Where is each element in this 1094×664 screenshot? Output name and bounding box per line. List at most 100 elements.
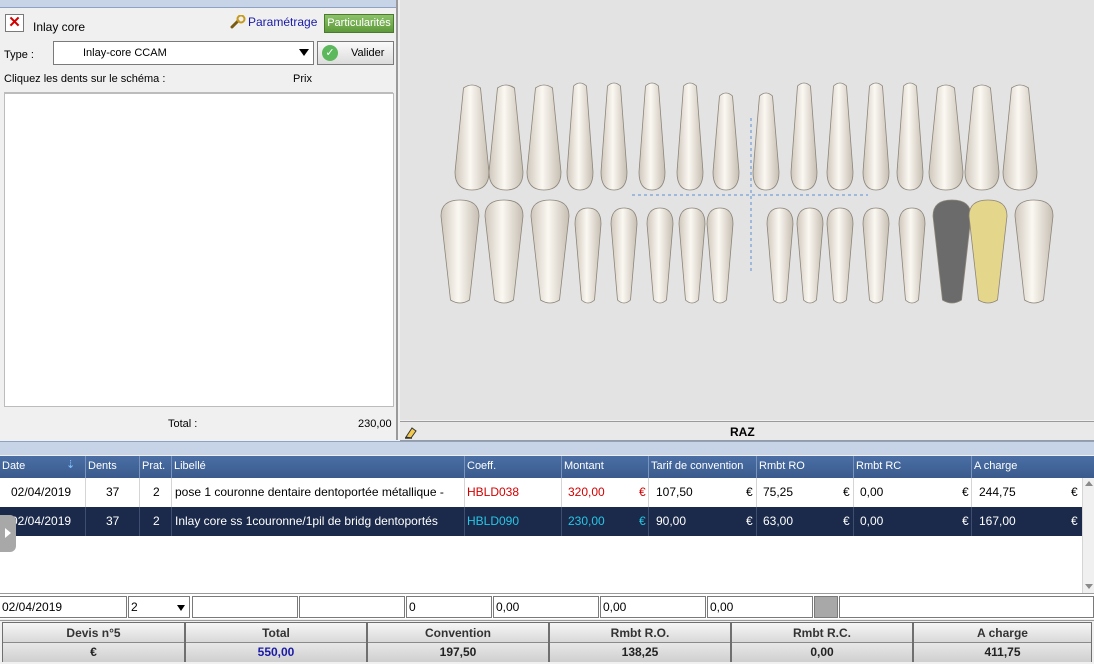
- upper-tooth[interactable]: [526, 84, 562, 191]
- upper-tooth[interactable]: [712, 92, 740, 191]
- cell-sep: [853, 507, 854, 536]
- upper-tooth[interactable]: [676, 82, 704, 191]
- coeff-input[interactable]: [299, 596, 405, 618]
- cell-sep: [756, 507, 757, 536]
- upper-tooth[interactable]: [600, 82, 628, 191]
- lower-tooth[interactable]: [1014, 199, 1054, 304]
- col-rmbt-ro[interactable]: Rmbt RO: [759, 460, 805, 472]
- table-row-selected[interactable]: 02/04/2019 37 2 Inlay core ss 1couronne/…: [0, 507, 1082, 536]
- rmbt-rc-input[interactable]: 0,00: [707, 596, 813, 618]
- cell-sep: [756, 478, 757, 507]
- lower-tooth[interactable]: [484, 199, 524, 304]
- lower-tooth[interactable]: [706, 207, 734, 304]
- entry-action-button[interactable]: [814, 596, 838, 618]
- tarif-input[interactable]: 0,00: [493, 596, 599, 618]
- summary-ro-value: 138,25: [550, 643, 730, 662]
- cell-dents: 37: [106, 514, 120, 528]
- parametrage-link[interactable]: Paramétrage: [230, 15, 317, 29]
- upper-tooth[interactable]: [638, 82, 666, 191]
- lower-tooth[interactable]: [826, 207, 854, 304]
- valider-button[interactable]: ✓ Valider: [317, 41, 394, 65]
- cell-dents: 37: [106, 485, 120, 499]
- expand-handle[interactable]: [0, 515, 16, 552]
- lower-tooth[interactable]: [440, 199, 480, 304]
- raz-button[interactable]: RAZ: [730, 425, 755, 439]
- upper-tooth[interactable]: [964, 84, 1000, 191]
- lower-tooth[interactable]: [796, 207, 824, 304]
- type-select-value: Inlay-core CCAM: [83, 47, 167, 59]
- panel-title: Inlay core: [33, 20, 86, 34]
- lower-tooth[interactable]: [766, 207, 794, 304]
- entry-row: 02/04/2019 2 🦷 0 0,00 0,00 0,00: [0, 593, 1094, 619]
- scroll-down-icon[interactable]: [1085, 584, 1093, 589]
- col-coeff[interactable]: Coeff.: [467, 460, 496, 472]
- date-input[interactable]: 02/04/2019: [0, 596, 127, 618]
- col-prat[interactable]: Prat.: [142, 460, 165, 472]
- col-dents[interactable]: Dents: [88, 460, 117, 472]
- lower-tooth[interactable]: [574, 207, 602, 304]
- type-select[interactable]: Inlay-core CCAM: [53, 41, 314, 65]
- col-sep: [561, 456, 562, 478]
- teeth-diagram[interactable]: [400, 0, 1094, 420]
- col-rmbt-rc[interactable]: Rmbt RC: [856, 460, 901, 472]
- cell-libelle: Inlay core ss 1couronne/1pil de bridg de…: [175, 514, 438, 528]
- upper-tooth[interactable]: [896, 82, 924, 191]
- col-libelle[interactable]: Libellé: [174, 460, 206, 472]
- sort-icon[interactable]: ⇣: [66, 459, 78, 471]
- wrench-icon: [230, 15, 246, 29]
- cell-tarif-currency: €: [746, 514, 753, 528]
- col-montant[interactable]: Montant: [564, 460, 604, 472]
- cell-sep: [139, 478, 140, 507]
- prat-select[interactable]: 2: [128, 596, 190, 618]
- selected-teeth-list[interactable]: [4, 93, 394, 407]
- eraser-icon[interactable]: [403, 424, 419, 440]
- tooth-38-inlay[interactable]: [968, 199, 1008, 304]
- summary-ro-header: Rmbt R.O.: [550, 623, 730, 643]
- summary-convention-value: 197,50: [368, 643, 548, 662]
- grid-scrollbar[interactable]: [1082, 478, 1094, 593]
- scroll-up-icon[interactable]: [1085, 481, 1093, 486]
- table-row[interactable]: 02/04/2019 37 2 pose 1 couronne dentaire…: [0, 478, 1082, 507]
- summary-devis-header: Devis n°5: [3, 623, 184, 643]
- cell-tarif-currency: €: [746, 485, 753, 499]
- lower-tooth[interactable]: [898, 207, 926, 304]
- cell-tarif: 90,00: [656, 514, 687, 528]
- upper-tooth[interactable]: [928, 84, 964, 191]
- col-sep: [853, 456, 854, 478]
- cell-sep: [139, 507, 140, 536]
- cell-rmbt-ro: 75,25: [763, 485, 794, 499]
- lower-tooth[interactable]: [646, 207, 674, 304]
- dental-chart[interactable]: [400, 0, 1094, 420]
- col-a-charge[interactable]: A charge: [974, 460, 1017, 472]
- summary-charge-value: 411,75: [914, 643, 1091, 662]
- col-date[interactable]: Date: [2, 460, 25, 472]
- upper-tooth[interactable]: [566, 82, 594, 191]
- upper-tooth[interactable]: [1002, 84, 1038, 191]
- montant-input[interactable]: 0: [406, 596, 492, 618]
- a-charge-input[interactable]: [839, 596, 1094, 618]
- upper-tooth[interactable]: [752, 92, 780, 191]
- cell-sep: [561, 478, 562, 507]
- cell-montant-currency: €: [639, 485, 646, 499]
- cell-sep: [853, 478, 854, 507]
- libelle-input[interactable]: 🦷: [192, 596, 486, 618]
- cell-rmbt-rc: 0,00: [860, 514, 884, 528]
- upper-tooth[interactable]: [790, 82, 818, 191]
- upper-tooth[interactable]: [862, 82, 890, 191]
- summary-rc-value: 0,00: [732, 643, 912, 662]
- particularites-button[interactable]: Particularités: [324, 14, 394, 33]
- tooth-37-crown[interactable]: [932, 199, 972, 304]
- col-tarif[interactable]: Tarif de convention: [651, 460, 743, 472]
- upper-tooth[interactable]: [454, 84, 490, 191]
- cell-sep: [648, 507, 649, 536]
- lower-tooth[interactable]: [678, 207, 706, 304]
- close-button[interactable]: ✕: [5, 14, 24, 32]
- upper-tooth[interactable]: [826, 82, 854, 191]
- lower-tooth[interactable]: [862, 207, 890, 304]
- summary-rc: Rmbt R.C. 0,00: [731, 622, 913, 662]
- rmbt-ro-input[interactable]: 0,00: [600, 596, 706, 618]
- cell-coeff: HBLD038: [467, 485, 520, 499]
- lower-tooth[interactable]: [530, 199, 570, 304]
- lower-tooth[interactable]: [610, 207, 638, 304]
- upper-tooth[interactable]: [488, 84, 524, 191]
